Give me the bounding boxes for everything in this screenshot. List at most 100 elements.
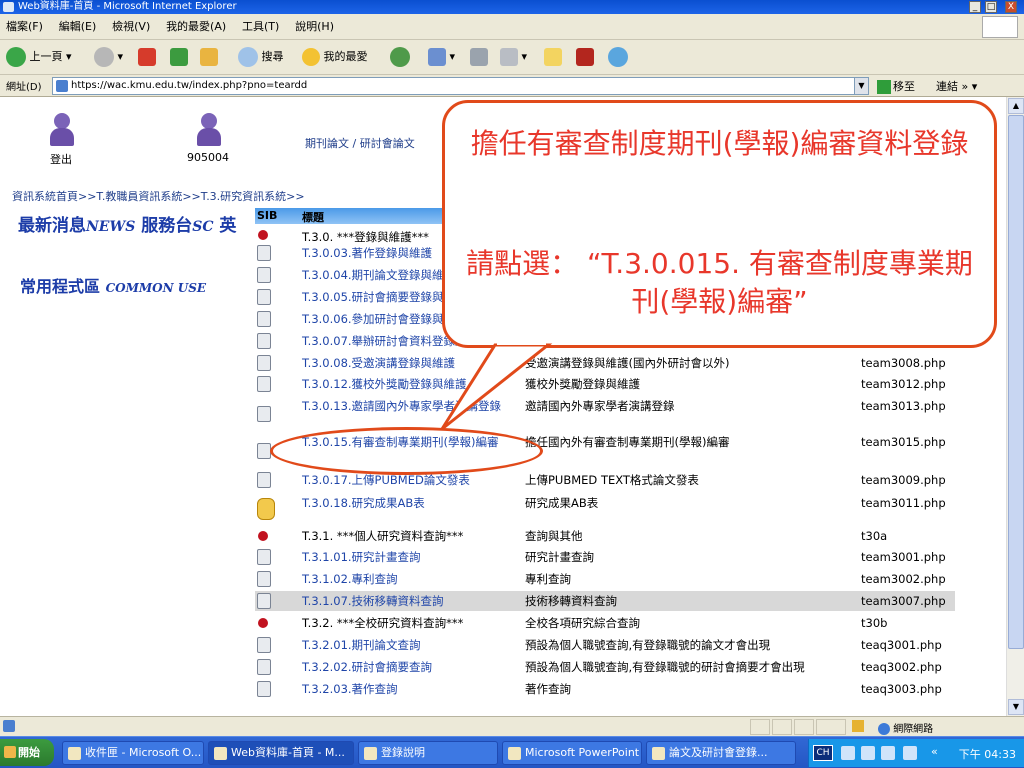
row-title[interactable]: T.3.0.17.上傳PUBMED論文發表 (302, 473, 522, 487)
vertical-scrollbar[interactable]: ▲ ▼ (1006, 97, 1024, 716)
row-description: 預設為個人職號查詢,有登錄職號的研討會摘要才會出現 (525, 660, 805, 674)
internet-zone: 網際網路 (878, 720, 933, 735)
task-folder[interactable]: 登錄說明 (358, 741, 498, 765)
task-outlook[interactable]: 收件匣 - Microsoft O... (62, 741, 204, 765)
row-title[interactable]: T.3.1.02.專利查詢 (302, 572, 522, 586)
bullet-icon (258, 618, 268, 628)
go-button[interactable]: 移至 (877, 78, 915, 94)
scroll-up-icon[interactable]: ▲ (1008, 98, 1024, 114)
minimize-button[interactable]: _ (969, 1, 981, 13)
common-en-label: COMMON USE (105, 281, 207, 295)
stop-button[interactable] (138, 44, 156, 70)
messenger-button[interactable] (608, 44, 628, 70)
taskbar: 開始 收件匣 - Microsoft O... Web資料庫-首頁 - M...… (0, 736, 1024, 768)
table-row[interactable]: T.3.2.02.研討會摘要查詢 預設為個人職號查詢,有登錄職號的研討會摘要才會出… (255, 657, 955, 677)
devil-button[interactable] (576, 44, 594, 70)
breadcrumb[interactable]: 資訊系統首頁>>T.教職員資訊系統>>T.3.研究資訊系統>> (12, 188, 305, 204)
home-button[interactable] (200, 44, 218, 70)
forward-button[interactable]: ▾ (94, 44, 123, 70)
menu-help[interactable]: 說明(H) (289, 14, 340, 40)
row-title[interactable]: T.3.1.01.研究計畫查詢 (302, 550, 522, 564)
table-row[interactable]: T.3.0.08.受邀演講登錄與維護 受邀演講登錄與維護(國內外研討會以外) tea… (255, 353, 955, 373)
ime-icon[interactable] (841, 746, 855, 760)
callout-instruction: 請點選： “T.3.0.015. 有審查制度專業期刊(學報)編審” (466, 247, 973, 318)
english-link[interactable]: 英 (219, 216, 236, 236)
table-row[interactable]: T.3.2.01.期刊論文查詢 預設為個人職號查詢,有登錄職號的論文才會出現 tea… (255, 635, 955, 655)
scroll-thumb[interactable] (1008, 115, 1024, 649)
row-title[interactable]: T.3.2.03.著作查詢 (302, 682, 522, 696)
print-button[interactable] (470, 44, 488, 70)
header-sib: SIB (257, 209, 278, 222)
close-button[interactable]: X (1005, 1, 1017, 13)
page-icon (257, 355, 271, 371)
task-label: 收件匣 - Microsoft O... (85, 746, 202, 759)
page-status-icon (3, 720, 15, 732)
logout-button[interactable]: 登出 (38, 111, 84, 167)
menu-view[interactable]: 檢視(V) (106, 14, 156, 40)
row-filename: team3011.php (861, 496, 946, 510)
edit-icon (500, 48, 518, 66)
menu-tools[interactable]: 工具(T) (236, 14, 285, 40)
user-profile[interactable]: 905004 (180, 111, 236, 164)
table-row[interactable]: T.3.1.01.研究計畫查詢 研究計畫查詢 team3001.php (255, 547, 955, 567)
maximize-button[interactable]: □ (985, 1, 997, 13)
word-icon (652, 747, 665, 760)
task-word[interactable]: 論文及研討會登錄... (646, 741, 796, 765)
start-button[interactable]: 開始 (0, 739, 54, 766)
scroll-down-icon[interactable]: ▼ (1008, 699, 1024, 715)
address-url: https://wac.kmu.edu.tw/index.php?pno=tea… (71, 80, 308, 91)
row-description: 查詢與其他 (525, 529, 583, 543)
links-button[interactable]: 連結 » ▾ (936, 78, 977, 94)
folder-button[interactable] (544, 44, 562, 70)
tray-icon-3[interactable] (881, 746, 895, 760)
favorites-button[interactable]: 我的最愛 (302, 44, 368, 70)
zone-label: 網際網路 (893, 724, 934, 735)
row-title[interactable]: T.3.1.07.技術移轉資料查詢 (302, 594, 522, 608)
task-ie[interactable]: Web資料庫-首頁 - M... (208, 741, 354, 765)
table-row[interactable]: T.3.2. ***全校研究資料查詢*** 全校各項研究綜合查詢 t30b (255, 613, 955, 633)
search-button[interactable]: 搜尋 (238, 44, 284, 70)
callout-pointer (440, 339, 553, 431)
table-row[interactable]: T.3.0.18.研究成果AB表 研究成果AB表 team3011.php (255, 494, 955, 524)
table-row[interactable]: T.3.2.03.著作查詢 著作查詢 teaq3003.php (255, 679, 955, 699)
stop-icon (138, 48, 156, 66)
row-filename: teaq3002.php (861, 660, 942, 674)
row-title[interactable]: T.3.0.18.研究成果AB表 (302, 496, 522, 510)
back-button[interactable]: 上一頁 ▾ (6, 44, 72, 70)
go-label: 移至 (893, 80, 915, 93)
page-icon (257, 659, 271, 675)
status-bar: 網際網路 (0, 716, 1024, 736)
table-row[interactable]: T.3.0.12.獲校外獎勵登錄與維護 獲校外獎勵登錄與維護 team3012.ph… (255, 374, 955, 394)
menu-favorites[interactable]: 我的最愛(A) (160, 14, 232, 40)
mail-button[interactable]: ▾ (428, 44, 455, 70)
menu-file[interactable]: 檔案(F) (0, 14, 49, 40)
task-powerpoint[interactable]: Microsoft PowerPoint ... (502, 741, 642, 765)
tray-expand-icon[interactable]: « (931, 745, 938, 758)
language-indicator[interactable]: CH (813, 745, 833, 761)
go-arrow-icon (877, 80, 891, 94)
row-title[interactable]: T.3.2.01.期刊論文查詢 (302, 638, 522, 652)
row-title: T.3.2. ***全校研究資料查詢*** (302, 616, 464, 630)
table-row[interactable]: T.3.1.07.技術移轉資料查詢 技術移轉資料查詢 team3007.php (255, 591, 955, 611)
table-row[interactable]: T.3.0.13.邀請國內外專家學者演講登錄 邀請國內外專家學者演講登錄 team3… (255, 397, 955, 431)
volume-icon[interactable] (903, 746, 917, 760)
common-use-link[interactable]: 常用程式區 COMMON USE (20, 273, 206, 297)
history-button[interactable] (390, 44, 410, 70)
row-filename: team3009.php (861, 473, 946, 487)
tray-icon-2[interactable] (861, 746, 875, 760)
row-filename: team3007.php (861, 594, 946, 608)
refresh-button[interactable] (170, 44, 188, 70)
task-label: 論文及研討會登錄... (669, 746, 768, 759)
table-row[interactable]: T.3.1.02.專利查詢 專利查詢 team3002.php (255, 569, 955, 589)
messenger-icon (608, 47, 628, 67)
row-filename: team3002.php (861, 572, 946, 586)
address-dropdown-icon[interactable]: ▼ (854, 78, 868, 94)
address-input[interactable]: https://wac.kmu.edu.tw/index.php?pno=tea… (52, 77, 869, 95)
row-title[interactable]: T.3.2.02.研討會摘要查詢 (302, 660, 522, 674)
bullet-icon (258, 531, 268, 541)
table-row[interactable]: T.3.1. ***個人研究資料查詢*** 查詢與其他 t30a (255, 526, 955, 546)
news-link[interactable]: 最新消息NEWS 服務台SC 英 (18, 211, 236, 236)
edit-button[interactable]: ▾ (500, 44, 527, 70)
row-description: 研究計畫查詢 (525, 550, 594, 564)
menu-edit[interactable]: 編輯(E) (53, 14, 103, 40)
